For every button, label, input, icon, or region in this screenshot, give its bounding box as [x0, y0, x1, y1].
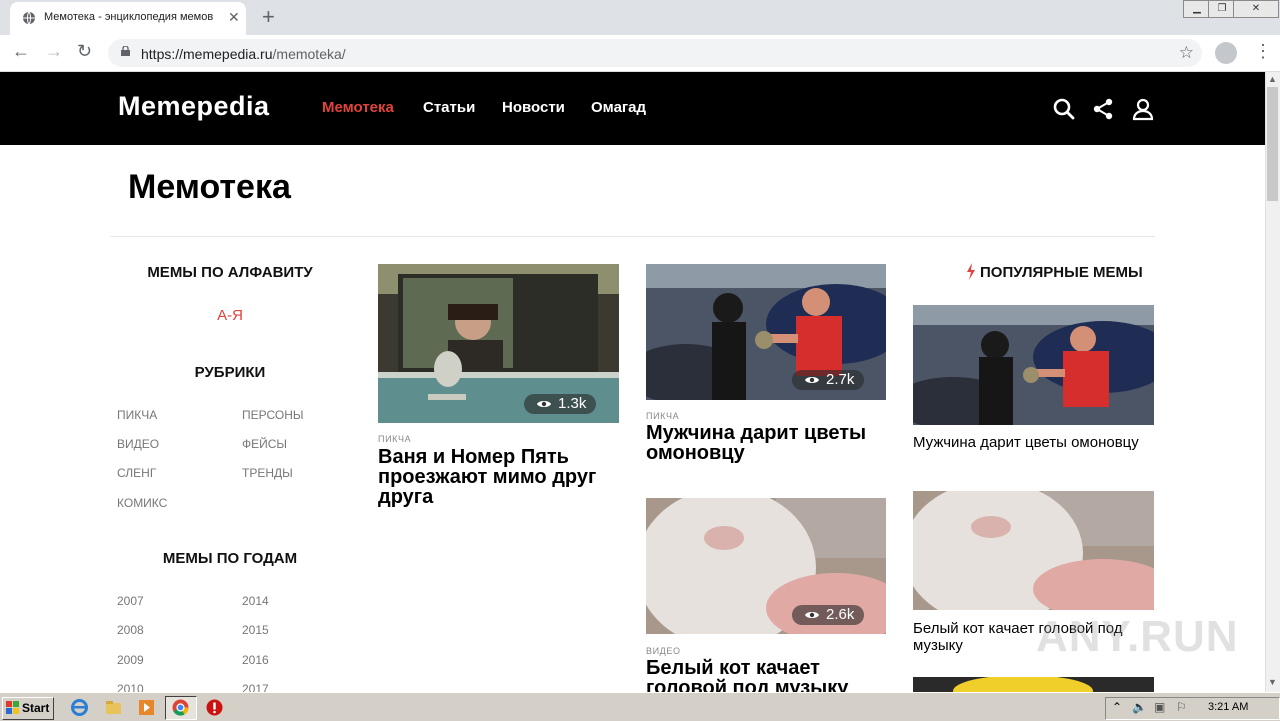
nav-link-news[interactable]: Новости — [502, 99, 565, 116]
eye-icon — [805, 612, 819, 618]
browser-tab-strip: Мемотека - энциклопедия мемов ✕ + ▁ ❐ ✕ — [0, 0, 1280, 35]
view-count-badge: 1.3k — [524, 394, 597, 414]
browser-toolbar: ← → ↻ https://memepedia.ru/memoteka/ ☆ ⋮ — [0, 35, 1280, 72]
year-link[interactable]: 2009 — [117, 653, 144, 667]
eye-icon — [805, 377, 819, 383]
rubric-link[interactable]: ТРЕНДЫ — [242, 466, 293, 480]
site-logo[interactable]: Memepedia — [118, 91, 270, 122]
media-player-icon[interactable] — [138, 699, 155, 716]
browser-tab[interactable]: Мемотека - энциклопедия мемов ✕ — [10, 2, 246, 35]
view-count-badge: 2.6k — [792, 605, 865, 625]
close-tab-icon[interactable]: ✕ — [228, 9, 240, 26]
year-link[interactable]: 2014 — [242, 594, 269, 608]
nav-link-memoteka[interactable]: Мемотека — [322, 99, 394, 116]
page-title: Мемотека — [128, 168, 291, 206]
card-title[interactable]: Мужчина дарит цветы омоновцу — [646, 423, 886, 463]
alphabet-heading: МЕМЫ ПО АЛФАВИТУ — [147, 264, 313, 281]
search-icon[interactable] — [1052, 97, 1076, 121]
network-icon[interactable]: ▣ — [1154, 700, 1165, 714]
url-text: https://memepedia.ru/memoteka/ — [141, 46, 346, 62]
year-link[interactable]: 2007 — [117, 594, 144, 608]
nav-link-articles[interactable]: Статьи — [423, 99, 475, 116]
tray-expand-icon[interactable]: ⌃ — [1112, 700, 1122, 714]
alphabet-link[interactable]: А-Я — [115, 307, 345, 324]
view-count: 2.6k — [826, 606, 855, 623]
menu-kebab-icon[interactable]: ⋮ — [1254, 41, 1272, 62]
site-header: Memepedia Мемотека Статьи Новости Омагад — [0, 72, 1265, 145]
restore-icon[interactable]: ❐ — [1208, 0, 1236, 18]
popular-image[interactable] — [913, 677, 1154, 692]
new-tab-button[interactable]: + — [262, 4, 275, 30]
card-title[interactable]: Ваня и Номер Пять проезжают мимо друг др… — [378, 447, 618, 507]
year-link[interactable]: 2008 — [117, 623, 144, 637]
globe-icon — [23, 11, 35, 25]
watermark: ANY.RUN — [1036, 612, 1239, 661]
clock: 3:21 AM — [1208, 701, 1249, 713]
start-label: Start — [22, 701, 50, 715]
scrollbar-thumb[interactable] — [1267, 87, 1278, 201]
card-category[interactable]: ПИКЧА — [378, 434, 411, 444]
volume-icon[interactable]: 🔈 — [1132, 700, 1147, 714]
taskbar: Start ⌃ 🔈 ▣ ⚐ 3:21 AM — [0, 692, 1280, 721]
rubric-link[interactable]: ФЕЙСЫ — [242, 437, 287, 451]
card-title[interactable]: Белый кот качает головой под музыку — [646, 658, 886, 692]
window-close-icon[interactable]: ✕ — [1233, 0, 1279, 18]
card-category[interactable]: ПИКЧА — [646, 411, 679, 421]
windows-logo-icon — [6, 701, 19, 714]
system-tray: ⌃ 🔈 ▣ ⚐ — [1105, 697, 1280, 720]
year-link[interactable]: 2016 — [242, 653, 269, 667]
share-icon[interactable] — [1091, 97, 1115, 121]
view-count-badge: 2.7k — [792, 370, 865, 390]
popular-image[interactable] — [913, 491, 1154, 610]
forward-arrow-icon[interactable]: → — [45, 41, 63, 62]
reload-icon[interactable]: ↻ — [77, 41, 92, 62]
rubric-link[interactable]: ПЕРСОНЫ — [242, 408, 304, 422]
rubric-link[interactable]: ВИДЕО — [117, 437, 159, 451]
url-host: https://memepedia.ru — [141, 46, 273, 62]
minimize-icon[interactable]: ▁ — [1183, 0, 1211, 18]
popular-heading: ПОПУЛЯРНЫЕ МЕМЫ — [980, 264, 1143, 281]
view-count: 2.7k — [826, 371, 855, 388]
user-icon[interactable] — [1131, 97, 1155, 121]
popular-image[interactable] — [913, 305, 1154, 425]
scroll-down-arrow-icon[interactable]: ▼ — [1268, 677, 1277, 687]
rubrics-heading: РУБРИКИ — [194, 364, 266, 381]
internet-explorer-icon[interactable] — [71, 699, 88, 716]
start-button[interactable]: Start — [2, 697, 54, 720]
rubric-link[interactable]: КОМИКС — [117, 496, 167, 510]
rubric-link[interactable]: СЛЕНГ — [117, 466, 156, 480]
profile-avatar-icon[interactable] — [1215, 42, 1237, 64]
year-link[interactable]: 2015 — [242, 623, 269, 637]
taskbar-chrome-button[interactable] — [165, 696, 197, 720]
nav-link-omagad[interactable]: Омагад — [591, 99, 646, 116]
address-bar[interactable]: https://memepedia.ru/memoteka/ ☆ — [108, 39, 1202, 67]
rubric-link[interactable]: ПИКЧА — [117, 408, 157, 422]
popular-item-title[interactable]: Мужчина дарит цветы омоновцу — [913, 434, 1154, 451]
eye-icon — [537, 401, 551, 407]
tab-title: Мемотека - энциклопедия мемов — [44, 11, 214, 23]
back-arrow-icon[interactable]: ← — [12, 41, 30, 62]
folder-icon[interactable] — [105, 699, 122, 716]
lightning-icon — [967, 263, 975, 280]
bookmark-star-icon[interactable]: ☆ — [1179, 43, 1194, 63]
url-path: /memoteka/ — [272, 46, 346, 62]
years-heading: МЕМЫ ПО ГОДАМ — [162, 550, 298, 567]
divider — [110, 236, 1155, 237]
warning-app-icon[interactable] — [206, 699, 223, 716]
white-cat-image — [913, 491, 1154, 610]
chrome-icon — [172, 699, 189, 716]
yellow-meme-image — [913, 677, 1154, 692]
scroll-up-arrow-icon[interactable]: ▲ — [1268, 74, 1277, 84]
card-category[interactable]: ВИДЕО — [646, 646, 681, 656]
view-count: 1.3k — [558, 395, 587, 412]
lock-icon — [121, 46, 130, 56]
flag-icon[interactable]: ⚐ — [1176, 700, 1187, 714]
man-flowers-image — [913, 305, 1154, 425]
